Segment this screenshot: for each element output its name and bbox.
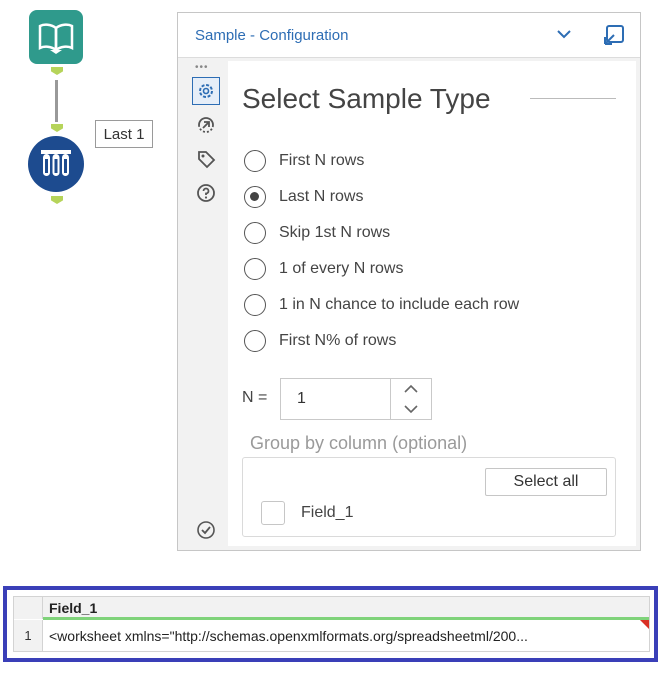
help-icon[interactable]: [192, 179, 220, 207]
results-grid: Field_1 1 <worksheet xmlns="http://schem…: [13, 596, 650, 652]
test-tubes-icon: [41, 150, 71, 176]
chevron-up-icon: [404, 384, 418, 393]
radio-last-n-rows[interactable]: Last N rows: [244, 183, 363, 211]
column-header[interactable]: Field_1: [43, 597, 649, 617]
stepper-up-button[interactable]: [391, 379, 431, 399]
chevron-down-icon[interactable]: [556, 27, 572, 45]
radio-one-in-n-chance[interactable]: 1 in N chance to include each row: [244, 291, 519, 319]
radio-label: First N rows: [279, 152, 365, 169]
radio-label: 1 of every N rows: [279, 260, 404, 277]
results-window: Field_1 1 <worksheet xmlns="http://schem…: [3, 586, 658, 662]
group-by-label: Group by column (optional): [250, 433, 468, 453]
radio-first-n-rows[interactable]: First N rows: [244, 147, 364, 175]
group-by-box: Select all Field_1: [242, 457, 616, 537]
input-anchor[interactable]: [51, 124, 63, 132]
heading-divider: [530, 98, 616, 99]
n-label: N =: [242, 389, 268, 406]
radio-label: Skip 1st N rows: [279, 224, 391, 241]
output-anchor[interactable]: [51, 67, 63, 75]
radio-button[interactable]: [244, 150, 266, 172]
n-stepper: [390, 378, 432, 420]
tool-annotation: Last 1: [95, 120, 153, 148]
panel-header: Sample - Configuration: [178, 13, 640, 58]
sample-tool[interactable]: [28, 136, 84, 192]
connection-line: [55, 80, 58, 122]
select-all-button[interactable]: Select all: [485, 468, 607, 496]
book-icon: [38, 23, 74, 54]
radio-label: First N% of rows: [279, 332, 397, 349]
check-circle-icon[interactable]: [192, 516, 220, 544]
radio-button[interactable]: [244, 222, 266, 244]
configuration-panel: Sample - Configuration ••• Select Sample…: [177, 12, 641, 551]
side-rail: •••: [178, 57, 226, 550]
gear-icon[interactable]: [192, 77, 220, 105]
tag-icon[interactable]: [192, 145, 220, 173]
n-value-input[interactable]: 1: [280, 378, 390, 420]
radio-button-selected[interactable]: [244, 186, 266, 208]
sample-output-anchor[interactable]: [51, 196, 63, 204]
radio-button[interactable]: [244, 258, 266, 280]
field-checkbox[interactable]: [261, 501, 285, 525]
section-heading: Select Sample Type: [242, 83, 491, 114]
radio-one-of-every-n-rows[interactable]: 1 of every N rows: [244, 255, 403, 283]
chevron-down-icon: [404, 405, 418, 414]
radio-button[interactable]: [244, 330, 266, 352]
config-content: Select Sample Type First N rows Last N r…: [228, 61, 636, 546]
radio-first-n-percent[interactable]: First N% of rows: [244, 327, 396, 355]
row-number: 1: [14, 620, 43, 651]
panel-title: Sample - Configuration: [195, 27, 349, 44]
table-cell[interactable]: <worksheet xmlns="http://schemas.openxml…: [43, 620, 649, 651]
stepper-down-button[interactable]: [391, 399, 431, 419]
radio-label: 1 in N chance to include each row: [279, 296, 520, 313]
radio-button[interactable]: [244, 294, 266, 316]
input-data-tool[interactable]: [29, 10, 83, 64]
grid-corner: [14, 597, 43, 619]
truncation-flag: [640, 620, 649, 629]
radio-skip-first-n-rows[interactable]: Skip 1st N rows: [244, 219, 390, 247]
dock-icon[interactable]: [602, 23, 626, 52]
radio-label: Last N rows: [279, 188, 364, 205]
navigate-icon[interactable]: [192, 111, 220, 139]
workflow-canvas: Last 1: [0, 0, 175, 240]
more-dots-icon[interactable]: •••: [195, 62, 209, 73]
field-label: Field_1: [301, 504, 354, 521]
